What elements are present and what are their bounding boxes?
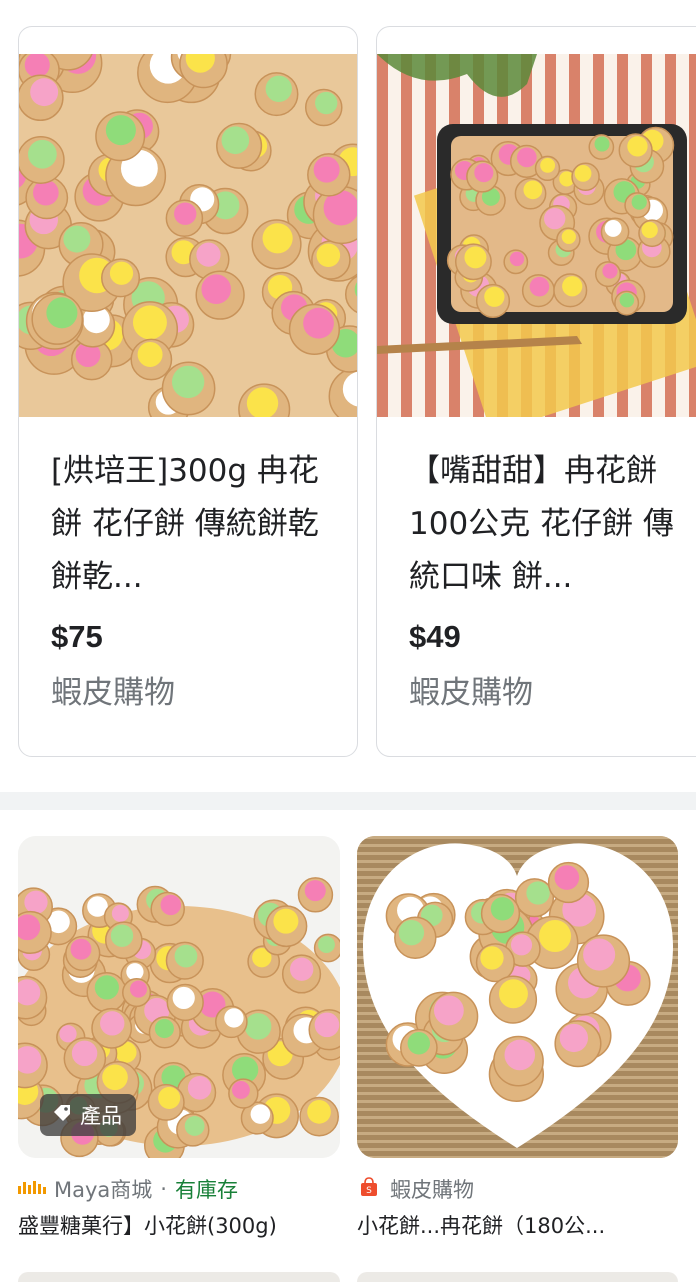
product-title[interactable]: 小花餅...冉花餅（180公... [357,1210,678,1240]
next-row-peek [357,1272,678,1282]
product-price: $75 [51,619,103,654]
tag-icon [52,1103,72,1128]
section-divider [0,792,696,810]
svg-text:S: S [366,1186,372,1196]
product-meta-2: S 蝦皮購物 [360,1174,474,1204]
stock-status: 有庫存 [174,1178,238,1202]
store-name[interactable]: Maya商城 [54,1174,152,1204]
shopee-bag-icon: S [360,1176,378,1202]
separator: · [160,1177,167,1201]
product-image-1[interactable] [19,27,357,436]
product-title[interactable]: [烘培王]300g 冉花餅 花仔餅 傳統餅乾 餅乾... [51,445,327,604]
product-card-1[interactable]: [烘培王]300g 冉花餅 花仔餅 傳統餅乾 餅乾... $75 蝦皮購物 [18,26,358,757]
product-meta-1: Maya商城 · 有庫存 [18,1174,238,1204]
product-thumbnail-2[interactable] [357,836,678,1158]
store-name: 蝦皮購物 [409,675,533,711]
badge-label: 產品 [80,1104,122,1128]
product-title[interactable]: 【嘴甜甜】冉花餅 100公克 花仔餅 傳統口味 餅... [409,445,685,604]
next-row-peek [18,1272,340,1282]
product-title[interactable]: 盛豐糖菓行】小花餅(300g) [18,1210,340,1240]
product-image-2[interactable] [377,54,696,434]
store-name[interactable]: 蝦皮購物 [390,1174,474,1204]
store-name: 蝦皮購物 [51,675,175,711]
product-card-2[interactable]: 【嘴甜甜】冉花餅 100公克 花仔餅 傳統口味 餅... $49 蝦皮購物 [376,26,696,757]
product-badge: 產品 [40,1094,136,1136]
product-thumbnail-1[interactable]: 產品 [18,836,340,1158]
product-price: $49 [409,619,461,654]
maya-logo-icon [18,1177,46,1201]
